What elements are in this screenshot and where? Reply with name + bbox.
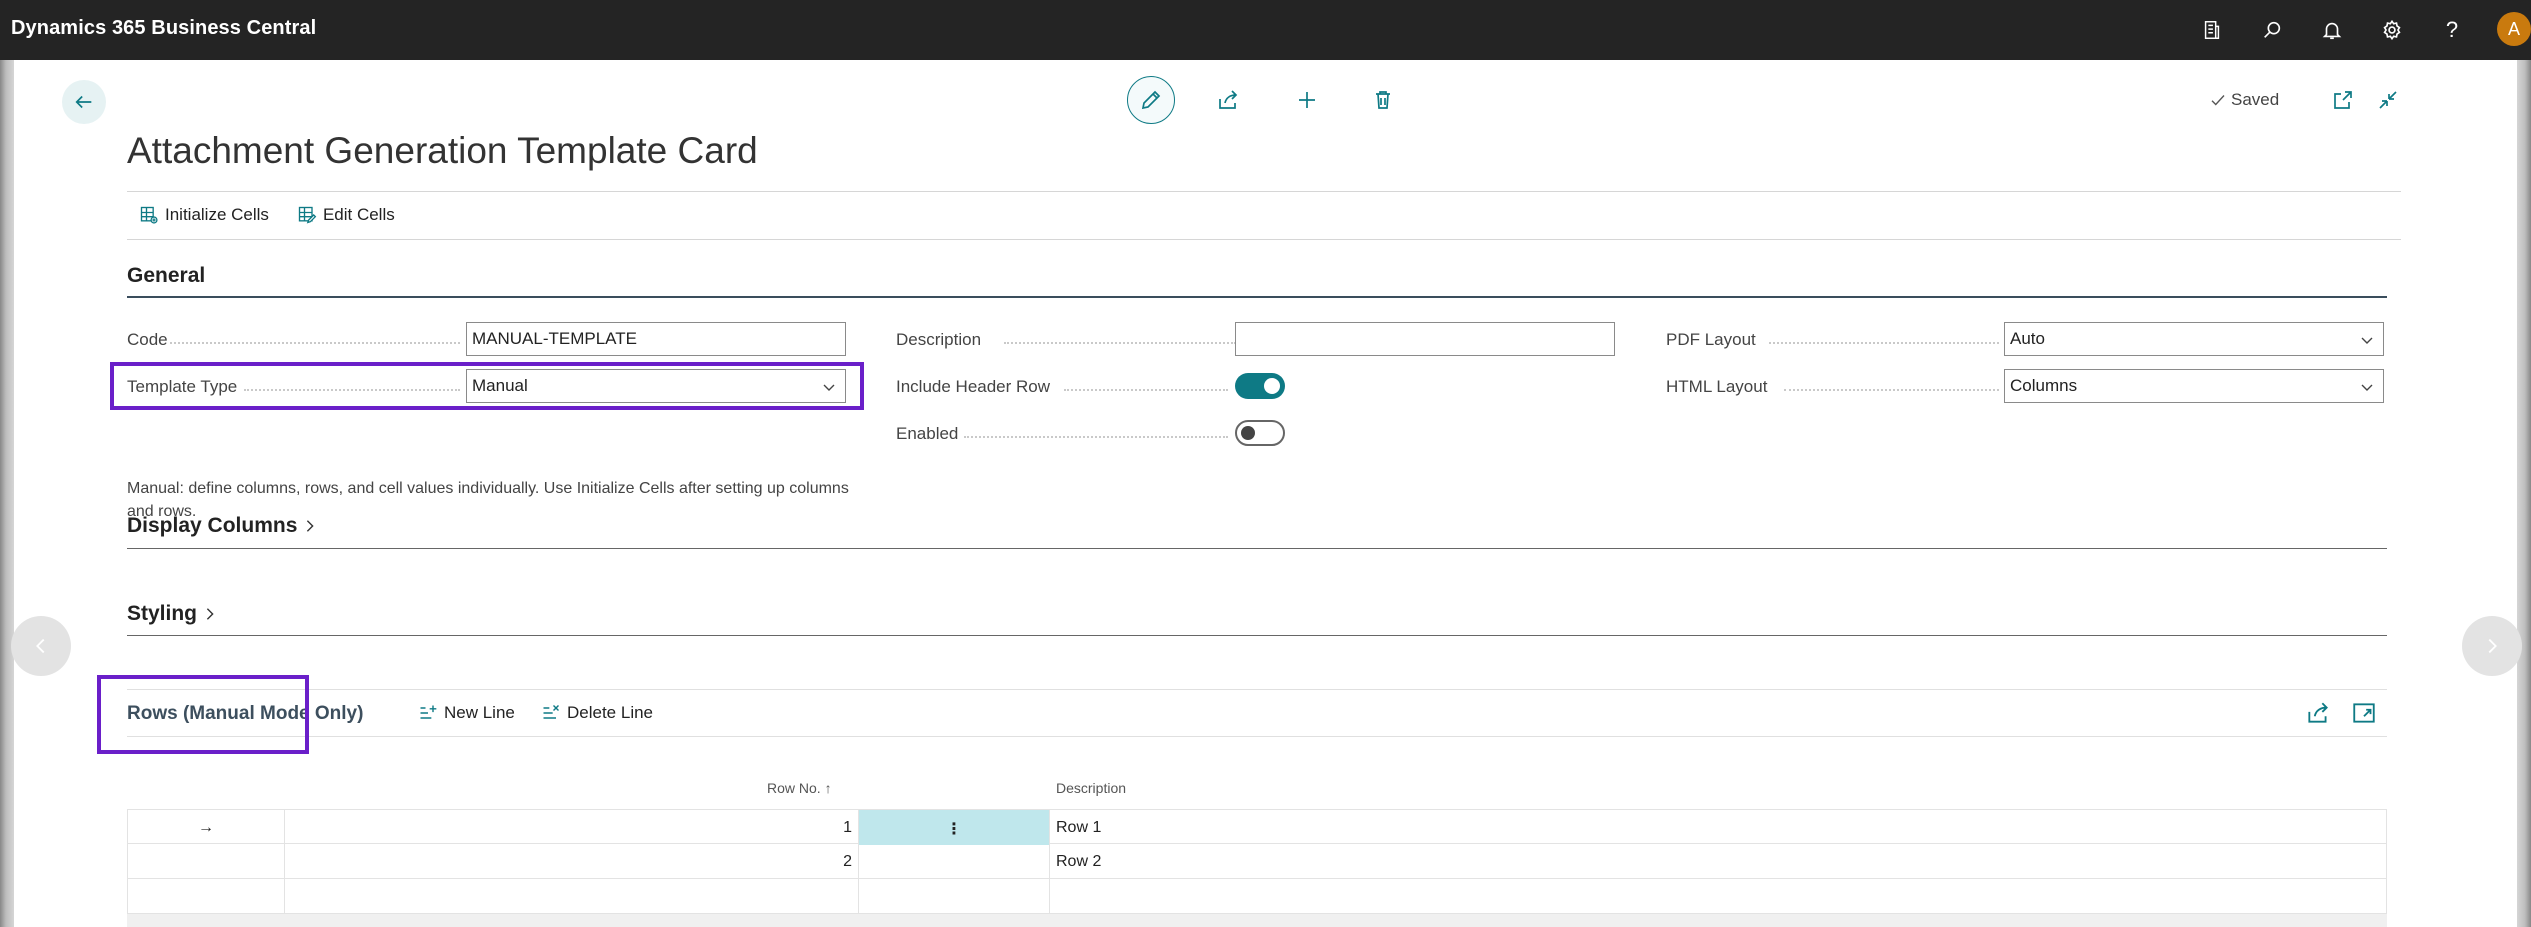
- rows-part-highlight: [97, 675, 309, 754]
- display-columns-heading-text: Display Columns: [127, 514, 298, 537]
- html-layout-select[interactable]: Columns: [2004, 369, 2384, 403]
- chevron-down-icon: [2361, 384, 2373, 391]
- pdf-layout-select[interactable]: Auto: [2004, 322, 2384, 356]
- row-actions-cell[interactable]: [858, 844, 1049, 879]
- description-leader-dots: [1004, 342, 1236, 344]
- previous-record-button[interactable]: [11, 616, 71, 676]
- chevron-down-icon: [2361, 337, 2373, 344]
- code-label: Code: [127, 330, 168, 349]
- delete-line-label: Delete Line: [567, 703, 654, 722]
- html-layout-value: Columns: [2010, 376, 2078, 395]
- description-label: Description: [896, 330, 982, 349]
- add-button[interactable]: [1283, 76, 1331, 124]
- display-columns-section-heading[interactable]: Display Columns: [127, 514, 317, 538]
- share-button[interactable]: [1204, 76, 1252, 124]
- search-icon[interactable]: [2256, 14, 2288, 46]
- share-icon[interactable]: [2305, 700, 2331, 726]
- row-indicator-cell: [127, 844, 284, 879]
- top-bar: Dynamics 365 Business Central ? A: [0, 0, 2531, 60]
- grid-footer: [127, 914, 2387, 927]
- code-field[interactable]: MANUAL-TEMPLATE: [466, 322, 846, 356]
- report-icon[interactable]: [2196, 14, 2228, 46]
- edit-button[interactable]: [1127, 76, 1175, 124]
- delete-line-icon: [543, 704, 560, 719]
- description-cell[interactable]: [1049, 879, 2387, 914]
- enabled-toggle[interactable]: [1235, 420, 1285, 446]
- styling-heading-text: Styling: [127, 602, 198, 625]
- action-bar: Initialize Cells Edit Cells: [139, 205, 395, 225]
- check-icon: [2211, 95, 2225, 106]
- pdf-layout-leader-dots: [1769, 342, 1999, 344]
- pdf-layout-value: Auto: [2010, 329, 2045, 348]
- pdf-layout-label: PDF Layout: [1666, 330, 1756, 349]
- delete-line-button[interactable]: Delete Line: [541, 703, 653, 723]
- row-indicator-cell: →: [127, 810, 284, 845]
- row-no-cell[interactable]: 2: [284, 844, 858, 879]
- row-actions-cell[interactable]: ⋮: [858, 810, 1049, 845]
- general-heading-text: General: [127, 264, 206, 287]
- next-record-button[interactable]: [2462, 616, 2522, 676]
- page-title: Attachment Generation Template Card: [127, 130, 758, 171]
- new-line-icon: [420, 705, 437, 719]
- new-line-button[interactable]: New Line: [418, 703, 515, 723]
- app-title[interactable]: Dynamics 365 Business Central: [11, 17, 316, 40]
- actions-divider: [127, 239, 2401, 240]
- enabled-label: Enabled: [896, 424, 959, 443]
- edit-cells-icon: [298, 206, 317, 224]
- chevron-right-icon: [206, 608, 214, 620]
- chevron-right-icon: [307, 520, 314, 532]
- title-divider: [127, 191, 2401, 192]
- edit-cells-label: Edit Cells: [322, 205, 395, 224]
- new-line-label: New Line: [444, 703, 515, 722]
- expand-icon[interactable]: [2351, 700, 2377, 726]
- chevron-left-icon: [36, 638, 45, 654]
- row-actions-cell[interactable]: [858, 879, 1049, 914]
- delete-button[interactable]: [1359, 76, 1407, 124]
- html-layout-leader-dots: [1784, 389, 1999, 391]
- description-field[interactable]: [1235, 322, 1615, 356]
- table-row[interactable]: [127, 879, 2387, 914]
- general-section-heading[interactable]: General: [127, 264, 205, 288]
- page-card: Saved Attachment Generation Template Car…: [11, 60, 2522, 927]
- enabled-leader-dots: [964, 436, 1228, 438]
- description-cell[interactable]: Row 2: [1049, 844, 2387, 879]
- initialize-cells-icon: [140, 206, 158, 224]
- toggle-knob: [1241, 426, 1255, 440]
- open-new-window-icon[interactable]: [2325, 76, 2361, 124]
- description-column-header[interactable]: Description: [1056, 780, 1126, 796]
- help-icon[interactable]: ?: [2436, 14, 2468, 46]
- include-header-row-toggle[interactable]: [1235, 373, 1285, 399]
- description-cell[interactable]: Row 1: [1049, 810, 2387, 845]
- rows-grid: → 1 ⋮ Row 1 2 Row 2: [127, 809, 2387, 914]
- table-row[interactable]: → 1 ⋮ Row 1: [127, 809, 2387, 845]
- initialize-cells-label: Initialize Cells: [165, 205, 269, 224]
- row-no-column-header[interactable]: Row No. ↑: [767, 780, 832, 796]
- code-leader-dots: [170, 342, 460, 344]
- gear-icon[interactable]: [2376, 14, 2408, 46]
- display-columns-section-line: [127, 548, 2387, 549]
- include-header-row-leader-dots: [1064, 389, 1228, 391]
- collapse-icon[interactable]: [2370, 76, 2406, 124]
- include-header-row-label: Include Header Row: [896, 377, 1051, 396]
- row-no-cell[interactable]: 1: [284, 810, 858, 845]
- left-backdrop: [0, 60, 14, 927]
- saved-status: Saved: [2209, 90, 2279, 110]
- bell-icon[interactable]: [2316, 14, 2348, 46]
- right-backdrop: [2517, 60, 2531, 927]
- toggle-knob: [1264, 378, 1280, 394]
- general-section-line: [127, 296, 2387, 298]
- styling-section-heading[interactable]: Styling: [127, 602, 217, 626]
- table-row[interactable]: 2 Row 2: [127, 844, 2387, 879]
- back-button[interactable]: [62, 80, 106, 124]
- chevron-right-icon: [2488, 638, 2497, 654]
- row-no-cell[interactable]: [284, 879, 858, 914]
- edit-cells-button[interactable]: Edit Cells: [297, 205, 395, 225]
- html-layout-label: HTML Layout: [1666, 377, 1768, 396]
- template-type-highlight: [110, 362, 864, 410]
- saved-label: Saved: [2231, 90, 2280, 109]
- initialize-cells-button[interactable]: Initialize Cells: [139, 205, 269, 225]
- styling-section-line: [127, 635, 2387, 636]
- avatar[interactable]: A: [2497, 12, 2531, 46]
- row-indicator-cell: [127, 879, 284, 914]
